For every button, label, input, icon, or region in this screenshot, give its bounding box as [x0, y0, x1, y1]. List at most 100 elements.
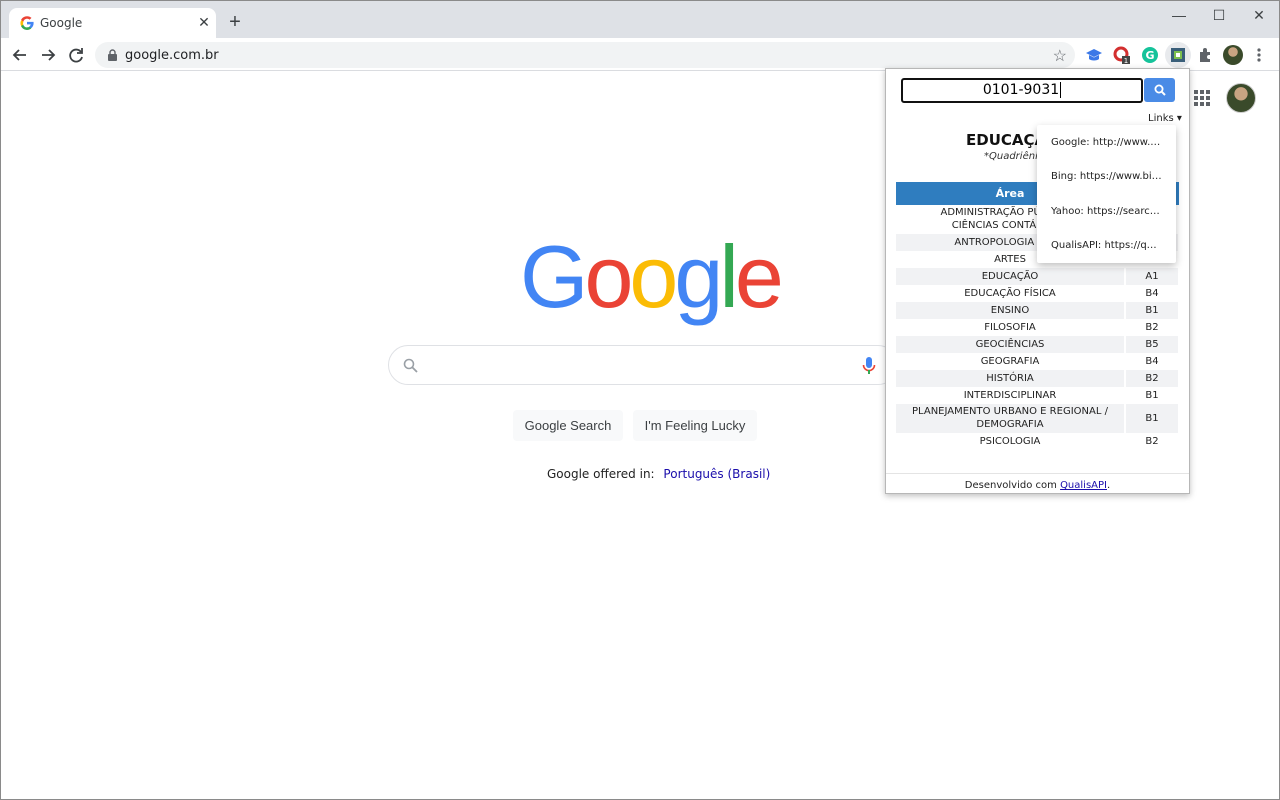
popup-footer: Desenvolvido com QualisAPI.	[886, 473, 1189, 494]
language-link[interactable]: Português (Brasil)	[663, 467, 770, 481]
svg-text:G: G	[1145, 49, 1154, 62]
google-favicon-icon	[20, 16, 34, 30]
grammarly-icon[interactable]: G	[1141, 46, 1159, 64]
search-icon	[403, 358, 418, 373]
svg-text:1: 1	[1124, 57, 1128, 64]
table-row: GEOGRAFIA B4	[896, 353, 1179, 370]
journal-subtitle: *Quadriênio	[984, 151, 1044, 162]
area-text: INTERDISCIPLINAR	[963, 390, 1057, 401]
grade-cell: B2	[1126, 370, 1178, 387]
extension-graduation-icon[interactable]	[1085, 46, 1103, 64]
logo-letter: e	[734, 227, 784, 326]
menu-kebab-icon[interactable]	[1253, 46, 1265, 64]
area-cell: INTERDISCIPLINAR	[896, 387, 1124, 404]
extension-badge-icon[interactable]: 1	[1113, 46, 1131, 64]
link-yahoo[interactable]: Yahoo: https://search.yahoo.com	[1051, 206, 1163, 217]
minimize-icon[interactable]: —	[1167, 6, 1191, 24]
grade-cell: B1	[1126, 404, 1178, 433]
area-text: FILOSOFIA	[984, 322, 1036, 333]
tab-close-icon[interactable]: ✕	[196, 14, 212, 30]
browser-window: Google ✕ + — ☐ ✕ google.com.br ☆ 1 G Goo…	[0, 0, 1280, 800]
area-text: GEOGRAFIA	[980, 356, 1040, 367]
footer-text: Desenvolvido com	[964, 480, 1057, 491]
qualisapi-link[interactable]: QualisAPI	[1060, 480, 1107, 491]
qualis-extension-icon[interactable]	[1169, 46, 1187, 64]
table-row: GEOCIÊNCIAS B5	[896, 336, 1179, 353]
lock-icon[interactable]	[107, 49, 118, 61]
logo-letter: G	[520, 227, 588, 326]
feeling-lucky-button[interactable]: I'm Feeling Lucky	[633, 410, 757, 441]
popup-search-button[interactable]	[1144, 78, 1175, 102]
area-cell: GEOCIÊNCIAS	[896, 336, 1124, 353]
tab-strip: Google ✕ + — ☐ ✕	[1, 1, 1279, 38]
google-account-avatar[interactable]	[1226, 83, 1256, 113]
table-row: PSICOLOGIA B2	[896, 433, 1179, 450]
google-search-input[interactable]	[388, 345, 898, 385]
logo-letter: l	[719, 227, 738, 326]
logo-letter: o	[584, 227, 633, 326]
journal-title: EDUCAÇÃ	[966, 131, 1047, 149]
microphone-icon[interactable]	[862, 356, 876, 376]
grade-cell: B2	[1145, 436, 1159, 447]
table-row: ENSINO B1	[896, 302, 1179, 319]
area-cell: EDUCAÇÃO FÍSICA	[896, 285, 1124, 302]
tab-google[interactable]: Google ✕	[9, 8, 216, 38]
table-row: HISTÓRIA B2	[896, 370, 1179, 387]
area-cell: FILOSOFIA	[896, 319, 1124, 336]
offered-in: Google offered in: Português (Brasil)	[547, 467, 770, 481]
area-text: ENSINO	[990, 305, 1030, 316]
search-icon	[1154, 84, 1166, 96]
browser-toolbar: google.com.br ☆ 1 G	[1, 38, 1279, 71]
google-apps-icon[interactable]	[1193, 89, 1211, 107]
grade-cell: B1	[1126, 302, 1178, 319]
table-row: PLANEJAMENTO URBANO E REGIONAL / DEMOGRAF…	[896, 404, 1179, 433]
forward-icon[interactable]	[37, 44, 59, 66]
area-text: EDUCAÇÃO	[981, 271, 1039, 282]
issn-value: 0101-9031	[982, 82, 1060, 98]
table-row: FILOSOFIA B2	[896, 319, 1179, 336]
area-cell: PLANEJAMENTO URBANO E REGIONAL / DEMOGRAF…	[896, 404, 1124, 433]
area-text-line2: DEMOGRAFIA	[976, 419, 1044, 430]
area-text: HISTÓRIA	[986, 373, 1034, 384]
maximize-icon[interactable]: ☐	[1207, 6, 1231, 24]
logo-letter: g	[674, 227, 723, 326]
google-logo: Google	[520, 233, 784, 321]
reload-icon[interactable]	[65, 44, 87, 66]
footer-period: .	[1107, 480, 1111, 491]
extensions-puzzle-icon[interactable]	[1197, 46, 1215, 64]
new-tab-button[interactable]: +	[225, 12, 245, 32]
link-qualisapi[interactable]: QualisAPI: https://qualis.api	[1051, 240, 1163, 251]
area-text: GEOCIÊNCIAS	[975, 339, 1045, 350]
bookmark-star-icon[interactable]: ☆	[1053, 46, 1067, 66]
grade-cell: A1	[1126, 268, 1178, 285]
area-cell: HISTÓRIA	[896, 370, 1124, 387]
issn-input[interactable]: 0101-9031	[901, 78, 1143, 103]
logo-letter: o	[629, 227, 678, 326]
tab-title: Google	[40, 16, 83, 30]
offered-label: Google offered in:	[547, 467, 655, 481]
address-bar[interactable]: google.com.br ☆	[95, 42, 1075, 68]
close-window-icon[interactable]: ✕	[1247, 6, 1271, 24]
grade-cell: B4	[1145, 356, 1159, 367]
link-bing[interactable]: Bing: https://www.bing.com	[1051, 171, 1163, 182]
grade-cell: B4	[1145, 288, 1159, 299]
area-cell: PSICOLOGIA	[896, 433, 1124, 450]
table-row: INTERDISCIPLINAR B1	[896, 387, 1179, 404]
grade-cell: B5	[1126, 336, 1178, 353]
grade-cell: B2	[1145, 322, 1159, 333]
area-text: PLANEJAMENTO URBANO E REGIONAL /	[912, 406, 1108, 417]
table-row: EDUCAÇÃO A1	[896, 268, 1179, 285]
google-search-button[interactable]: Google Search	[513, 410, 623, 441]
area-cell: GEOGRAFIA	[896, 353, 1124, 370]
table-row: EDUCAÇÃO FÍSICA B4	[896, 285, 1179, 302]
back-icon[interactable]	[9, 44, 31, 66]
profile-avatar[interactable]	[1223, 45, 1243, 65]
area-cell: EDUCAÇÃO	[896, 268, 1124, 285]
area-cell: ENSINO	[896, 302, 1124, 319]
area-text: PSICOLOGIA	[979, 436, 1041, 447]
link-google[interactable]: Google: http://www.google.com.br	[1051, 137, 1163, 148]
links-dropdown-toggle[interactable]: Links ▾	[1148, 113, 1182, 124]
grade-cell: B1	[1145, 390, 1159, 401]
links-dropdown-menu: Google: http://www.google.com.br Bing: h…	[1037, 125, 1176, 263]
area-text: EDUCAÇÃO FÍSICA	[964, 288, 1056, 299]
